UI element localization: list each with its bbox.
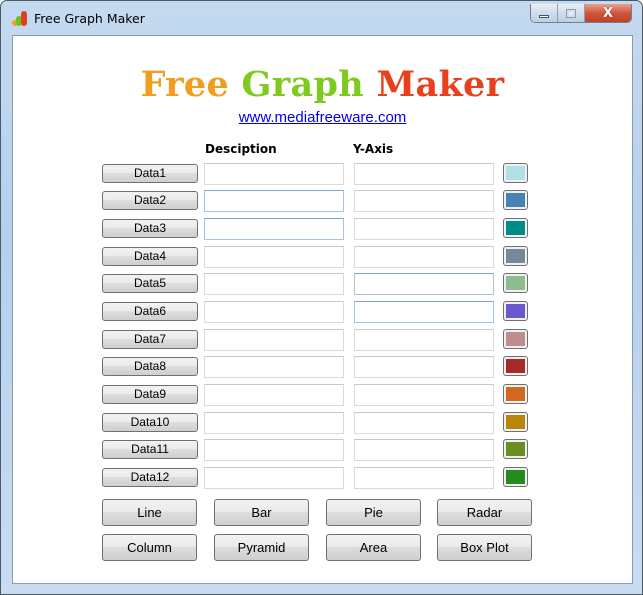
pyramid-chart-button[interactable]: Pyramid xyxy=(214,534,309,561)
color-swatch-button[interactable] xyxy=(503,384,528,404)
color-swatch-fill xyxy=(506,166,525,180)
color-swatch-fill xyxy=(506,415,525,429)
color-swatch-button[interactable] xyxy=(503,329,528,349)
color-swatch-fill xyxy=(506,442,525,456)
title-bar[interactable]: Free Graph Maker X xyxy=(1,1,642,35)
data-row: Data2 xyxy=(13,190,632,212)
data-row: Data4 xyxy=(13,246,632,268)
data-row: Data12 xyxy=(13,467,632,489)
description-input[interactable] xyxy=(204,163,344,185)
data-row: Data8 xyxy=(13,356,632,378)
close-icon: X xyxy=(602,6,614,21)
color-swatch-fill xyxy=(506,193,525,207)
color-swatch-button[interactable] xyxy=(503,163,528,183)
data-row-button[interactable]: Data8 xyxy=(102,357,198,376)
description-input[interactable] xyxy=(204,273,344,295)
data-row: Data1 xyxy=(13,163,632,185)
data-row: Data10 xyxy=(13,412,632,434)
color-swatch-button[interactable] xyxy=(503,467,528,487)
yaxis-input[interactable] xyxy=(354,301,494,323)
description-input[interactable] xyxy=(204,467,344,489)
maximize-icon xyxy=(566,9,576,18)
brand-word-graph: Graph xyxy=(241,64,364,105)
description-input[interactable] xyxy=(204,384,344,406)
color-swatch-fill xyxy=(506,387,525,401)
website-link[interactable]: www.mediafreeware.com xyxy=(13,109,632,126)
description-input[interactable] xyxy=(204,356,344,378)
window-title: Free Graph Maker xyxy=(34,11,145,26)
yaxis-input[interactable] xyxy=(354,190,494,212)
minimize-icon xyxy=(539,14,549,18)
color-swatch-fill xyxy=(506,276,525,290)
data-row: Data11 xyxy=(13,439,632,461)
yaxis-input[interactable] xyxy=(354,467,494,489)
yaxis-input[interactable] xyxy=(354,163,494,185)
minimize-button[interactable] xyxy=(531,4,558,22)
data-row-button[interactable]: Data5 xyxy=(102,274,198,293)
data-row: Data3 xyxy=(13,218,632,240)
app-window: Free Graph Maker X Free Graph Maker www.… xyxy=(0,0,643,595)
data-row-button[interactable]: Data2 xyxy=(102,191,198,210)
yaxis-input[interactable] xyxy=(354,439,494,461)
color-swatch-button[interactable] xyxy=(503,218,528,238)
maximize-button[interactable] xyxy=(558,4,585,22)
client-area: Free Graph Maker www.mediafreeware.com D… xyxy=(12,35,633,584)
line-chart-button[interactable]: Line xyxy=(102,499,197,526)
brand-word-maker: Maker xyxy=(376,64,505,105)
yaxis-input[interactable] xyxy=(354,273,494,295)
description-input[interactable] xyxy=(204,190,344,212)
data-row: Data6 xyxy=(13,301,632,323)
data-row-button[interactable]: Data11 xyxy=(102,440,198,459)
yaxis-input[interactable] xyxy=(354,412,494,434)
yaxis-column-header: Y-Axis xyxy=(353,142,394,156)
color-swatch-button[interactable] xyxy=(503,356,528,376)
color-swatch-button[interactable] xyxy=(503,190,528,210)
color-swatch-button[interactable] xyxy=(503,273,528,293)
yaxis-input[interactable] xyxy=(354,218,494,240)
column-chart-button[interactable]: Column xyxy=(102,534,197,561)
yaxis-input[interactable] xyxy=(354,384,494,406)
description-input[interactable] xyxy=(204,412,344,434)
data-row-button[interactable]: Data4 xyxy=(102,247,198,266)
bar-chart-button[interactable]: Bar xyxy=(214,499,309,526)
description-column-header: Desciption xyxy=(205,142,277,156)
yaxis-input[interactable] xyxy=(354,329,494,351)
color-swatch-fill xyxy=(506,332,525,346)
area-chart-button[interactable]: Area xyxy=(326,534,421,561)
color-swatch-fill xyxy=(506,470,525,484)
brand-word-free: Free xyxy=(140,64,230,105)
color-swatch-fill xyxy=(506,304,525,318)
color-swatch-button[interactable] xyxy=(503,301,528,321)
description-input[interactable] xyxy=(204,329,344,351)
data-row-button[interactable]: Data12 xyxy=(102,468,198,487)
app-chart-icon xyxy=(12,10,28,26)
color-swatch-button[interactable] xyxy=(503,412,528,432)
data-row-button[interactable]: Data10 xyxy=(102,413,198,432)
caption-buttons: X xyxy=(530,4,632,23)
data-row-button[interactable]: Data7 xyxy=(102,330,198,349)
color-swatch-fill xyxy=(506,249,525,263)
radar-chart-button[interactable]: Radar xyxy=(437,499,532,526)
color-swatch-fill xyxy=(506,359,525,373)
close-button[interactable]: X xyxy=(585,4,631,22)
pie-chart-button[interactable]: Pie xyxy=(326,499,421,526)
data-row-button[interactable]: Data6 xyxy=(102,302,198,321)
yaxis-input[interactable] xyxy=(354,356,494,378)
data-row-button[interactable]: Data3 xyxy=(102,219,198,238)
data-row: Data9 xyxy=(13,384,632,406)
box-plot-chart-button[interactable]: Box Plot xyxy=(437,534,532,561)
data-row: Data5 xyxy=(13,273,632,295)
description-input[interactable] xyxy=(204,218,344,240)
color-swatch-fill xyxy=(506,221,525,235)
description-input[interactable] xyxy=(204,301,344,323)
description-input[interactable] xyxy=(204,439,344,461)
data-row: Data7 xyxy=(13,329,632,351)
description-input[interactable] xyxy=(204,246,344,268)
color-swatch-button[interactable] xyxy=(503,439,528,459)
data-row-button[interactable]: Data9 xyxy=(102,385,198,404)
data-row-button[interactable]: Data1 xyxy=(102,164,198,183)
yaxis-input[interactable] xyxy=(354,246,494,268)
brand-title: Free Graph Maker xyxy=(13,64,632,105)
color-swatch-button[interactable] xyxy=(503,246,528,266)
